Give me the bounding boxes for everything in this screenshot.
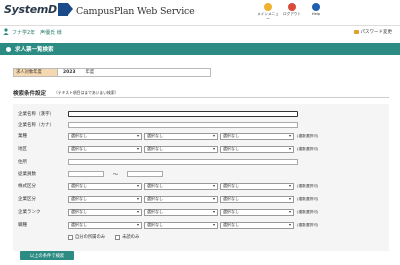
region-select-3[interactable]: 選択なし	[220, 145, 294, 153]
page-title-bar: 求人票一覧検索	[0, 43, 400, 55]
employees-min-input[interactable]	[68, 171, 104, 177]
employees-row: 従業員数 ～	[18, 170, 164, 178]
stock-select-1[interactable]: 選択なし	[68, 182, 142, 190]
chevron-down-icon	[289, 148, 291, 150]
chevron-down-icon	[213, 224, 215, 226]
chevron-down-icon	[137, 148, 139, 150]
help-icon	[312, 3, 320, 11]
lock-icon	[353, 30, 359, 34]
own-affiliation-checkbox[interactable]: 自分の所属のみ	[68, 234, 105, 240]
rank-select-3[interactable]: 選択なし	[220, 208, 294, 216]
region-row: 地区 選択なし 選択なし 選択なし (複数選択可)	[18, 145, 319, 153]
chevron-down-icon	[213, 198, 215, 200]
address-row: 住所	[18, 158, 298, 166]
company-type-select-1[interactable]: 選択なし	[68, 195, 142, 203]
chevron-down-icon	[289, 198, 291, 200]
company-type-row: 企業区分 選択なし 選択なし 選択なし (複数選択可)	[18, 195, 319, 203]
chevron-down-icon	[289, 135, 291, 137]
industry-select-3[interactable]: 選択なし	[220, 132, 294, 140]
chevron-down-icon	[213, 135, 215, 137]
target-year-row: 求人対象年度 2023 年度	[13, 68, 211, 77]
chevron-down-icon	[137, 224, 139, 226]
industry-select-2[interactable]: 選択なし	[144, 132, 218, 140]
company-name-input[interactable]	[68, 111, 298, 117]
chevron-down-icon	[289, 211, 291, 213]
chevron-down-icon	[137, 135, 139, 137]
company-type-select-2[interactable]: 選択なし	[144, 195, 218, 203]
title-bullet-icon	[6, 46, 11, 52]
logo-mark	[57, 3, 73, 16]
menu-icon	[264, 3, 272, 11]
logout-button[interactable]: ログアウト	[280, 3, 304, 22]
chevron-down-icon	[137, 211, 139, 213]
chevron-down-icon	[289, 224, 291, 226]
rank-select-1[interactable]: 選択なし	[68, 208, 142, 216]
industry-row: 業種 選択なし 選択なし 選択なし (複数選択可)	[18, 132, 319, 140]
company-kana-input[interactable]	[68, 122, 298, 128]
header-icons: メインメニュー ログアウト Help	[256, 3, 328, 22]
unread-only-checkbox[interactable]: 未読のみ	[115, 234, 139, 240]
chevron-down-icon	[137, 185, 139, 187]
logout-icon	[288, 3, 296, 11]
user-name: フナ学2年 声優氏 様	[12, 30, 62, 36]
chevron-down-icon	[213, 185, 215, 187]
search-conditions-title: 検索条件設定	[13, 90, 47, 97]
job-select-1[interactable]: 選択なし	[68, 221, 142, 229]
job-select-2[interactable]: 選択なし	[144, 221, 218, 229]
region-select-1[interactable]: 選択なし	[68, 145, 142, 153]
rank-row: 企業ランク 選択なし 選択なし 選択なし (複数選択可)	[18, 208, 319, 216]
job-row: 職種 選択なし 選択なし 選択なし (複数選択可)	[18, 221, 319, 229]
user-icon	[3, 28, 9, 35]
search-conditions-header: 検索条件設定 （テキスト項目はまであいまい検索）	[13, 88, 389, 98]
chevron-down-icon	[213, 148, 215, 150]
employees-max-input[interactable]	[127, 171, 164, 177]
user-bar: フナ学2年 声優氏 様 パスワード変更	[0, 25, 400, 37]
company-type-select-3[interactable]: 選択なし	[220, 195, 294, 203]
company-name-row: 企業名称（漢字）	[18, 110, 298, 118]
checkbox-icon	[68, 234, 73, 240]
industry-select-1[interactable]: 選択なし	[68, 132, 142, 140]
stock-row: 株式区分 選択なし 選択なし 選択なし (複数選択可)	[18, 182, 319, 190]
chevron-down-icon	[137, 198, 139, 200]
region-select-2[interactable]: 選択なし	[144, 145, 218, 153]
target-year-label: 求人対象年度	[14, 69, 58, 76]
target-year-unit: 年度	[85, 70, 95, 75]
brand-title: CampusPlan Web Service	[76, 6, 195, 17]
target-year-value: 2023	[63, 70, 76, 75]
rank-select-2[interactable]: 選択なし	[144, 208, 218, 216]
search-button[interactable]: 以上の条件で検索	[20, 251, 74, 260]
filter-checkboxes: 自分の所属のみ 未読のみ	[68, 233, 149, 241]
company-kana-row: 企業名称（カナ）	[18, 121, 298, 129]
chevron-down-icon	[289, 185, 291, 187]
job-select-3[interactable]: 選択なし	[220, 221, 294, 229]
checkbox-icon	[115, 234, 121, 240]
systemd-logo: SystemD	[4, 3, 73, 16]
main-menu-button[interactable]: メインメニュー	[256, 3, 280, 22]
search-form: 企業名称（漢字） 企業名称（カナ） 業種 選択なし 選択なし 選択なし (複数選…	[13, 104, 389, 251]
app-header: SystemD CampusPlan Web Service メインメニュー ロ…	[0, 0, 400, 26]
search-conditions-note: （テキスト項目はまであいまい検索）	[54, 89, 119, 95]
stock-select-3[interactable]: 選択なし	[220, 182, 294, 190]
chevron-down-icon	[213, 211, 215, 213]
stock-select-2[interactable]: 選択なし	[144, 182, 218, 190]
password-change-link[interactable]: パスワード変更	[353, 29, 392, 35]
help-button[interactable]: Help	[304, 3, 328, 22]
address-input[interactable]	[68, 159, 298, 165]
page-title: 求人票一覧検索	[15, 47, 54, 53]
